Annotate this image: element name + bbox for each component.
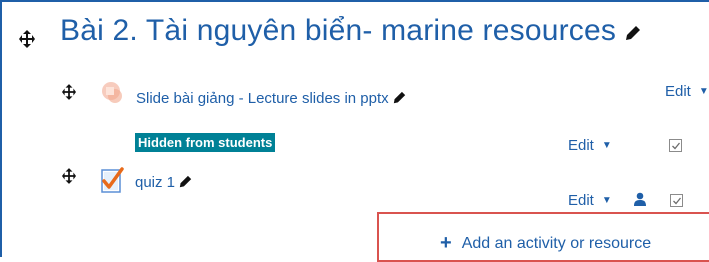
move-activity-icon[interactable]	[62, 168, 76, 184]
completion-checkbox[interactable]	[670, 194, 683, 207]
edit-name-pencil-icon[interactable]	[179, 175, 192, 192]
edit-menu-button[interactable]: Edit ▼	[665, 83, 709, 100]
powerpoint-file-icon	[100, 80, 124, 111]
add-activity-link[interactable]: + Add an activity or resource	[440, 232, 651, 255]
edit-label: Edit	[568, 192, 594, 209]
activity-title-text[interactable]: quiz 1	[135, 174, 175, 191]
user-icon[interactable]	[634, 192, 646, 211]
edit-label: Edit	[665, 83, 691, 100]
activity-link[interactable]: quiz 1	[135, 174, 192, 192]
edit-menu-button[interactable]: Edit ▼	[568, 137, 612, 154]
activity-link[interactable]: Slide bài giảng - Lecture slides in pptx	[136, 90, 406, 108]
edit-label: Edit	[568, 137, 594, 154]
caret-down-icon: ▼	[601, 140, 612, 151]
edit-title-pencil-icon[interactable]	[625, 15, 641, 49]
move-activity-icon[interactable]	[62, 84, 76, 100]
edit-menu-button[interactable]: Edit ▼	[568, 192, 612, 209]
edit-name-pencil-icon[interactable]	[393, 91, 406, 108]
activity-title-text[interactable]: Slide bài giảng - Lecture slides in pptx	[136, 90, 389, 107]
add-activity-label[interactable]: Add an activity or resource	[462, 235, 651, 252]
move-section-icon[interactable]	[19, 30, 35, 48]
section-title[interactable]: Bài 2. Tài nguyên biển- marine resources	[60, 14, 641, 49]
section-title-text[interactable]: Bài 2. Tài nguyên biển- marine resources	[60, 14, 616, 47]
quiz-icon	[98, 166, 126, 199]
caret-down-icon: ▼	[601, 195, 612, 206]
caret-down-icon: ▼	[698, 86, 709, 97]
plus-icon: +	[440, 232, 452, 254]
hidden-badge: Hidden from students	[135, 133, 276, 152]
completion-checkbox[interactable]	[669, 139, 682, 152]
